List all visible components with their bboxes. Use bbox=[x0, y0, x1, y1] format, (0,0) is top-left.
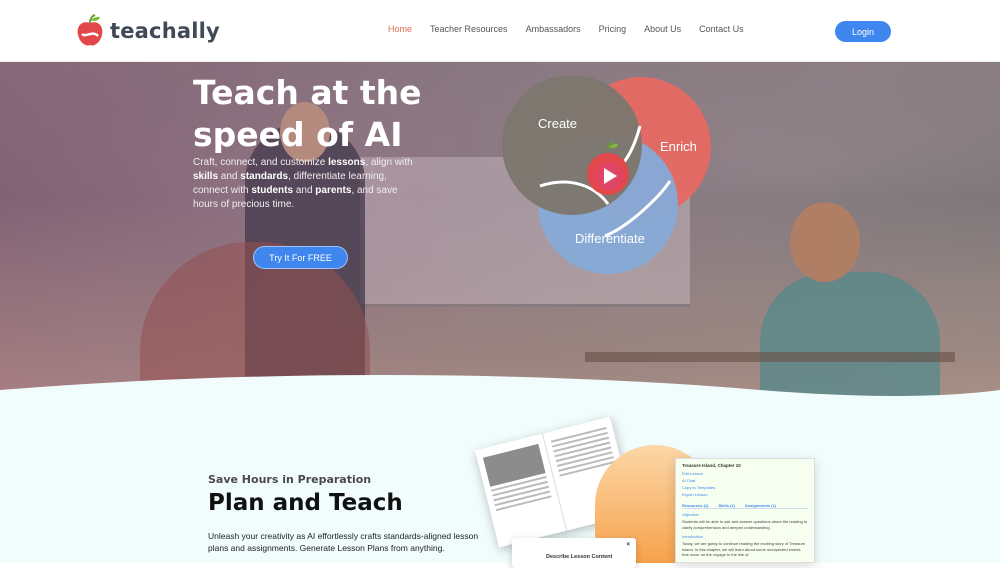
hero-description: Craft, connect, and customize lessons, a… bbox=[193, 157, 413, 210]
copy-templates-action: Copy to Templates bbox=[682, 485, 716, 490]
venn-label-enrich: Enrich bbox=[660, 139, 697, 154]
describe-lesson-modal: × Describe Lesson Content bbox=[512, 538, 636, 568]
objective-label: Objective bbox=[682, 512, 699, 517]
introduction-text: Today, we are going to continue reading … bbox=[682, 541, 806, 557]
brand-name: teachally bbox=[110, 19, 220, 43]
lesson-preview-card: Treasure Island, Chapter 10 Edit Lesson … bbox=[675, 458, 815, 563]
nav-ambassadors[interactable]: Ambassadors bbox=[526, 24, 581, 34]
nav-pricing[interactable]: Pricing bbox=[599, 24, 627, 34]
hero-heading: Teach at the speed of AI bbox=[193, 72, 422, 156]
apple-logo-icon bbox=[77, 14, 103, 46]
introduction-label: Introduction bbox=[682, 534, 703, 539]
section-description: Unleash your creativity as AI effortless… bbox=[208, 531, 479, 553]
tab-skills: Skills (1) bbox=[718, 503, 735, 508]
modal-title: Describe Lesson Content bbox=[546, 554, 613, 560]
main-menu: Home Teacher Resources Ambassadors Prici… bbox=[388, 24, 762, 34]
nav-teacher-resources[interactable]: Teacher Resources bbox=[430, 24, 508, 34]
hero-heading-line1: Teach at the bbox=[193, 73, 422, 112]
edit-lesson-action: Edit Lesson bbox=[682, 471, 703, 476]
lesson-tabs: Resources (1) Skills (1) Assignments (1) bbox=[682, 503, 808, 509]
section-heading: Plan and Teach bbox=[208, 490, 403, 516]
venn-diagram-icon bbox=[502, 75, 711, 274]
tab-assignments: Assignments (1) bbox=[744, 503, 777, 508]
close-icon: × bbox=[626, 542, 630, 548]
lesson-title: Treasure Island, Chapter 10 bbox=[682, 463, 741, 468]
hero-heading-line2: speed of AI bbox=[193, 115, 403, 154]
venn-label-differentiate: Differentiate bbox=[575, 231, 645, 246]
nav-about-us[interactable]: About Us bbox=[644, 24, 681, 34]
export-lesson-action: Export Lesson bbox=[682, 492, 708, 497]
objective-text: Students will be able to ask and answer … bbox=[682, 519, 808, 530]
section-kicker: Save Hours in Preparation bbox=[208, 473, 372, 486]
venn-label-create: Create bbox=[538, 116, 578, 131]
tab-resources: Resources (1) bbox=[682, 503, 709, 508]
login-button[interactable]: Login bbox=[835, 21, 891, 42]
nav-contact-us[interactable]: Contact Us bbox=[699, 24, 744, 34]
try-free-button[interactable]: Try It For FREE bbox=[253, 246, 348, 269]
nav-home[interactable]: Home bbox=[388, 24, 412, 34]
venn-video-graphic[interactable]: Create Enrich Differentiate bbox=[500, 75, 715, 281]
ai-chat-action: AI Chat bbox=[682, 478, 696, 483]
brand-logo[interactable]: teachally bbox=[76, 14, 220, 48]
top-navbar: teachally Home Teacher Resources Ambassa… bbox=[0, 0, 1000, 62]
